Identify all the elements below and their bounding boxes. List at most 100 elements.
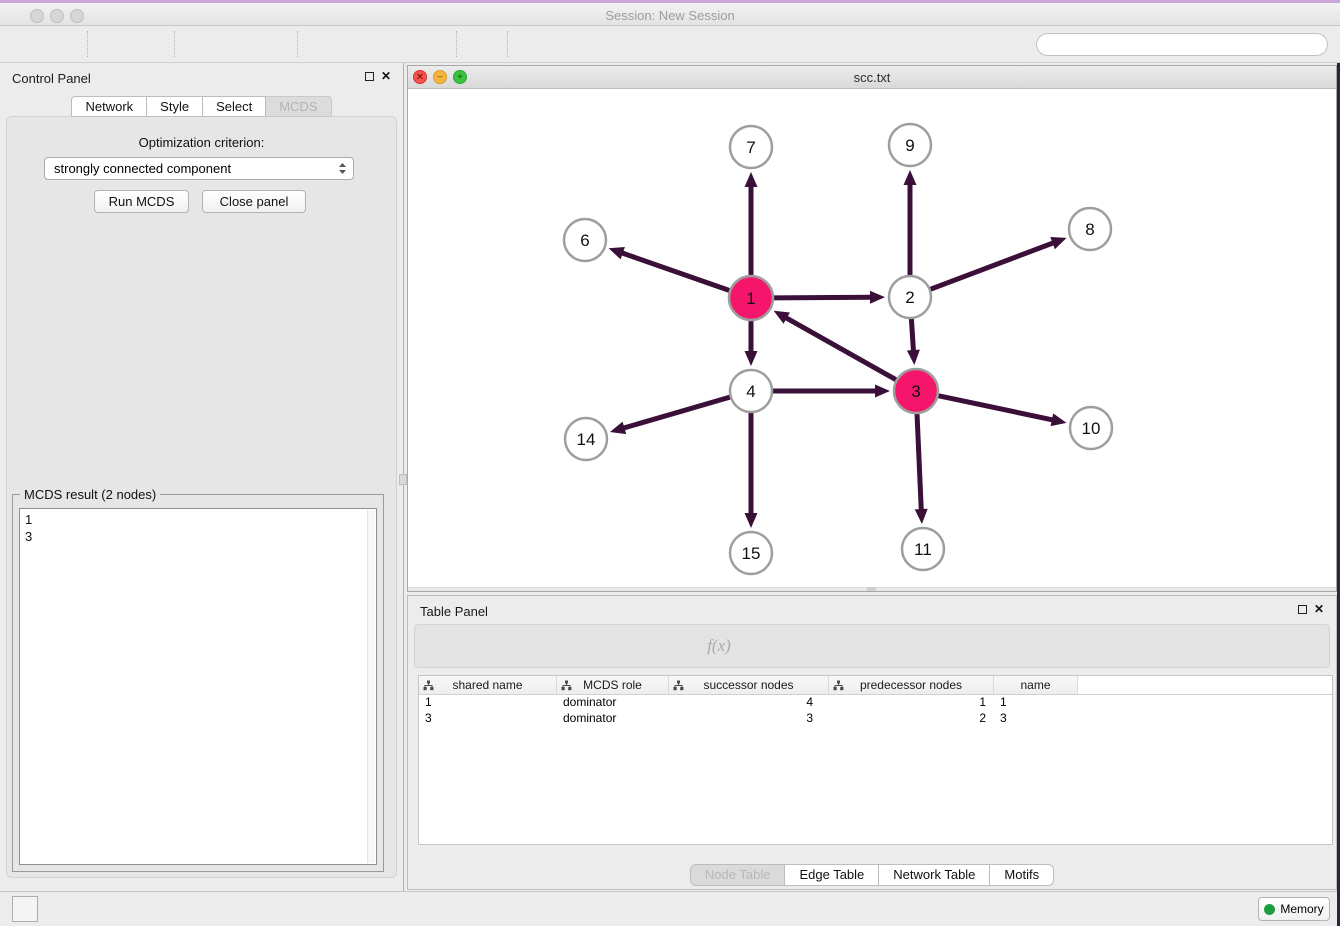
edge-3-11[interactable] (917, 413, 921, 511)
save-session-button[interactable] (44, 29, 80, 59)
column-header-shared-name[interactable]: shared name (419, 676, 557, 694)
mcds-result-area[interactable]: 1 3 (19, 508, 377, 865)
table-options-button[interactable] (427, 634, 451, 658)
close-panel-icon[interactable]: ✕ (381, 71, 391, 81)
network-window-titlebar[interactable]: ✕ − + scc.txt (408, 66, 1336, 89)
tab-mcds[interactable]: MCDS (266, 96, 331, 117)
table-cell[interactable]: 1 (419, 695, 557, 711)
toolbar-separator (297, 31, 298, 57)
table-cell[interactable]: dominator (557, 711, 669, 727)
zoom-in-button[interactable] (305, 29, 341, 59)
edge-4-14[interactable] (622, 397, 730, 429)
selected-option: strongly connected component (54, 161, 231, 176)
open-session-button[interactable] (8, 29, 44, 59)
show-columns-button[interactable] (467, 634, 491, 658)
first-neighbors-button[interactable] (551, 29, 587, 59)
control-panel: Control Panel ✕ NetworkStyleSelectMCDS O… (0, 63, 404, 891)
zoom-fit-button[interactable] (377, 29, 413, 59)
toolbar-separator (87, 31, 88, 57)
mcds-result-text: 1 3 (25, 511, 32, 545)
hide-graphics-details-button[interactable] (623, 29, 659, 59)
column-header-MCDS-role[interactable]: MCDS role (557, 676, 669, 694)
node-table: shared name MCDS role successor nodesprede… (418, 675, 1333, 845)
edge-arrowhead (609, 247, 625, 259)
mcds-result-title: MCDS result (2 nodes) (20, 487, 160, 502)
table-body: 1dominator4113dominator323 (419, 695, 1332, 727)
close-table-panel-icon[interactable]: ✕ (1314, 604, 1324, 614)
table-cell[interactable]: 3 (419, 711, 557, 727)
table-cell[interactable]: 2 (829, 711, 994, 727)
column-header-predecessor-nodes[interactable]: predecessor nodes (829, 676, 994, 694)
show-graphics-details-button[interactable] (587, 29, 623, 59)
edge-1-6[interactable] (621, 253, 730, 291)
edge-arrowhead (1050, 237, 1066, 249)
zoom-out-button[interactable] (341, 29, 377, 59)
edge-arrowhead (875, 385, 890, 398)
float-table-panel-icon[interactable] (1298, 605, 1307, 614)
search-input[interactable] (1058, 36, 1213, 54)
control-tabs: NetworkStyleSelectMCDS (0, 96, 403, 117)
delete-selected-button[interactable] (627, 634, 651, 658)
edge-3-1[interactable] (785, 317, 897, 380)
table-cell[interactable]: 3 (669, 711, 829, 727)
table-cell[interactable]: 3 (994, 711, 1078, 727)
search-box[interactable] (1036, 33, 1328, 56)
import-network-button[interactable] (95, 29, 131, 59)
tab-network-table[interactable]: Network Table (879, 864, 990, 886)
tab-edge-table[interactable]: Edge Table (785, 864, 879, 886)
tab-node-table[interactable]: Node Table (690, 864, 786, 886)
column-header-name[interactable]: name (994, 676, 1078, 694)
tab-motifs[interactable]: Motifs (990, 864, 1054, 886)
table-row[interactable]: 1dominator411 (419, 695, 1332, 711)
edge-arrowhead (745, 351, 758, 366)
add-column-button[interactable] (587, 634, 611, 658)
task-history-button[interactable] (12, 896, 38, 922)
clone-network-button[interactable] (515, 29, 551, 59)
float-panel-icon[interactable] (365, 72, 374, 81)
network-scrollbar-strip[interactable] (408, 587, 1336, 591)
column-header-successor-nodes[interactable]: successor nodes (669, 676, 829, 694)
edge-1-2[interactable] (773, 297, 872, 298)
table-cell[interactable]: dominator (557, 695, 669, 711)
node-label-10: 10 (1082, 419, 1101, 438)
network-canvas-svg[interactable]: 1234678910111415 (408, 89, 1336, 589)
edge-arrowhead (870, 291, 885, 304)
network-splitter-handle[interactable] (867, 587, 876, 591)
export-image-button[interactable] (254, 29, 290, 59)
function-builder-button[interactable]: f(x) (707, 634, 731, 658)
edge-arrowhead (745, 513, 758, 528)
result-scrollbar[interactable] (367, 510, 375, 863)
memory-button[interactable]: Memory (1258, 897, 1330, 921)
edge-2-8[interactable] (930, 242, 1055, 289)
run-mcds-button[interactable]: Run MCDS (94, 190, 189, 213)
session-title: Session: New Session (0, 8, 1340, 23)
import-table-button[interactable] (131, 29, 167, 59)
tab-select[interactable]: Select (203, 96, 266, 117)
status-bar: Memory (0, 891, 1340, 926)
tab-style[interactable]: Style (147, 96, 203, 117)
table-cell[interactable]: 1 (994, 695, 1078, 711)
tab-network[interactable]: Network (71, 96, 147, 117)
column-type-icon (673, 680, 684, 691)
column-type-icon (833, 680, 844, 691)
node-label-7: 7 (746, 138, 755, 157)
edge-arrowhead (745, 172, 758, 187)
export-table-button[interactable] (218, 29, 254, 59)
node-label-9: 9 (905, 136, 914, 155)
zoom-selected-button[interactable] (413, 29, 449, 59)
optimization-criterion-select[interactable]: strongly connected component (44, 157, 354, 180)
delete-column-button[interactable] (667, 634, 691, 658)
column-header-label: MCDS role (583, 678, 642, 692)
close-panel-button[interactable]: Close panel (202, 190, 306, 213)
apply-layout-button[interactable] (464, 29, 500, 59)
deselect-all-button[interactable] (547, 634, 571, 658)
table-row[interactable]: 3dominator323 (419, 711, 1332, 727)
edge-3-10[interactable] (938, 396, 1054, 421)
panel-splitter-handle[interactable] (399, 474, 407, 485)
table-cell[interactable]: 1 (829, 695, 994, 711)
select-all-button[interactable] (507, 634, 531, 658)
edge-2-3[interactable] (911, 318, 913, 352)
export-network-button[interactable] (182, 29, 218, 59)
column-header-filler (1078, 676, 1332, 694)
table-cell[interactable]: 4 (669, 695, 829, 711)
